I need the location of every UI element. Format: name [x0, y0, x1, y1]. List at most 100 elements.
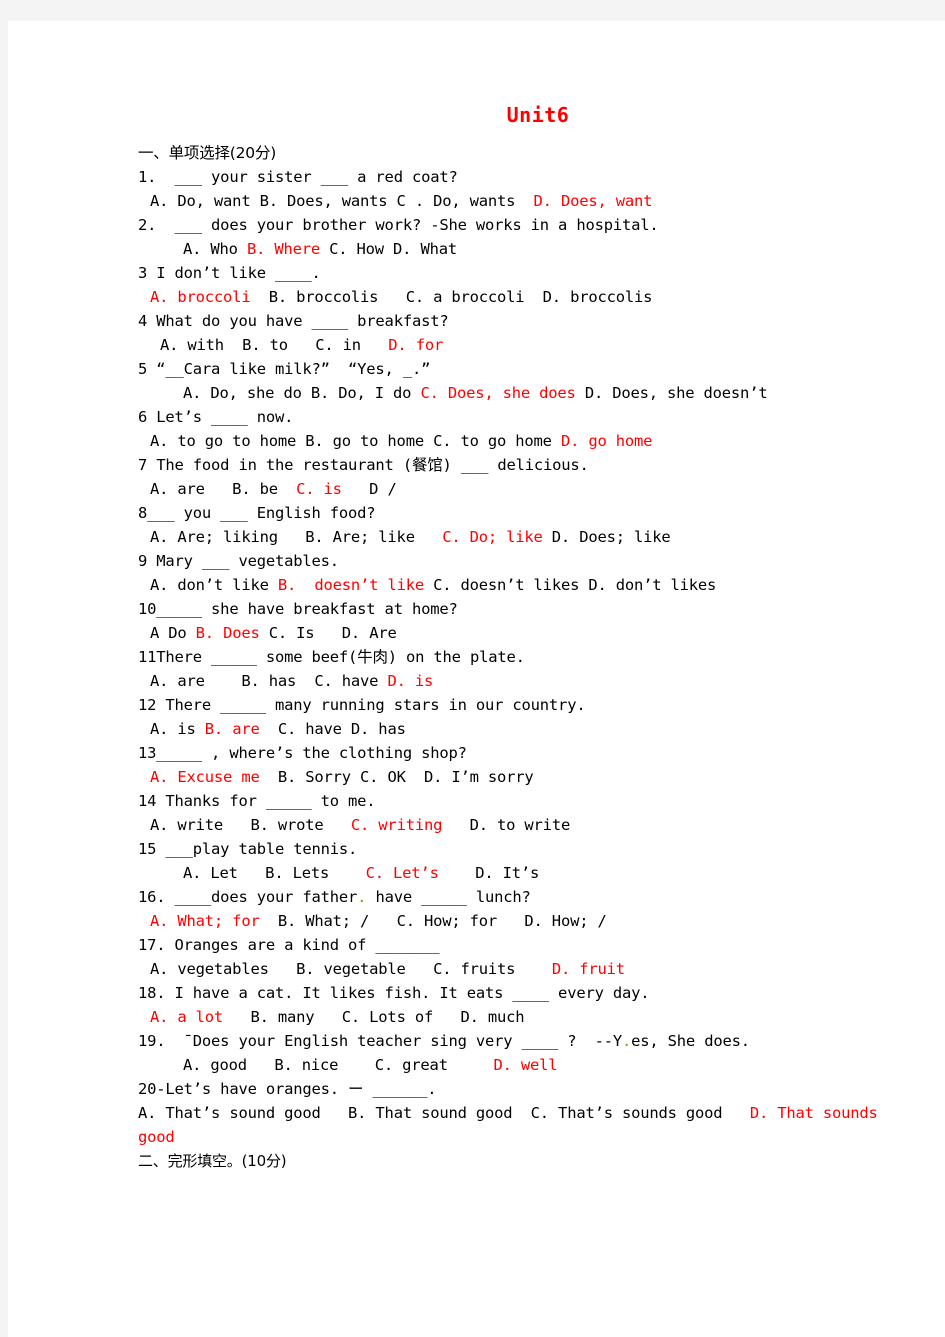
- document-line: A. Do, want B. Does, wants C . Do, wants…: [138, 189, 928, 213]
- question-list: 1. ___ your sister ___ a red coat? A. Do,…: [138, 165, 928, 1173]
- line-text: A. Do, want B. Does, wants C . Do, wants: [150, 192, 534, 210]
- line-text: A Do: [150, 624, 196, 642]
- line-text: A. with B. to C. in: [160, 336, 389, 354]
- document-line: 13_____ , where’s the clothing shop?: [138, 741, 928, 765]
- section-heading-1: 一、单项选择(20分): [138, 144, 277, 162]
- document-line: 18. I have a cat. It likes fish. It eats…: [138, 981, 928, 1005]
- line-text: 16. ____does your father: [138, 888, 358, 906]
- line-text: 14 Thanks for _____ to me.: [138, 792, 376, 810]
- line-text: A. That’s sound good B. That sound good …: [138, 1104, 750, 1122]
- line-text: 4 What do you have ____ breakfast?: [138, 312, 449, 330]
- document-line: A. is B. are C. have D. has: [138, 717, 928, 741]
- document-line: 15 ___play table tennis.: [138, 837, 928, 861]
- line-text: 15 ___play table tennis.: [138, 840, 358, 858]
- document-line: A. a lot B. many C. Lots of D. much: [138, 1005, 928, 1029]
- line-text: A. Who: [183, 240, 247, 258]
- answer-highlight: B. Does: [195, 624, 260, 642]
- answer-highlight: B. Where: [246, 240, 320, 258]
- line-text: C. have D. has: [259, 720, 406, 738]
- answer-highlight: A. What; for: [150, 912, 260, 930]
- answer-highlight: D. is: [387, 672, 434, 690]
- answer-highlight: C. Let’s: [365, 864, 439, 882]
- answer-highlight: A. broccoli: [150, 288, 251, 306]
- document-line: 6 Let’s ____ now.: [138, 405, 928, 429]
- line-text: A. vegetables B. vegetable C. fruits: [150, 960, 552, 978]
- line-text: A. write B. wrote: [150, 816, 351, 834]
- line-text: 19. ˉDoes your English teacher sing very…: [138, 1032, 622, 1050]
- document-line: A. Who B. Where C. How D. What: [138, 237, 928, 261]
- answer-highlight: good: [138, 1128, 175, 1146]
- document-line: A. Let B. Lets C. Let’s D. It’s: [138, 861, 928, 885]
- line-text: A. Let B. Lets: [183, 864, 366, 882]
- line-text: B. many C. Lots of D. much: [223, 1008, 525, 1026]
- line-text: 18. I have a cat. It likes fish. It eats…: [138, 984, 650, 1002]
- document-line: A. Excuse me B. Sorry C. OK D. I’m sorry: [138, 765, 928, 789]
- document-line: A. to go to home B. go to home C. to go …: [138, 429, 928, 453]
- line-text: 8___ you ___ English food?: [138, 504, 376, 522]
- line-text: D. Does, she doesn’t: [575, 384, 768, 402]
- document-line: 9 Mary ___ vegetables.: [138, 549, 928, 573]
- answer-highlight: B. are: [204, 720, 260, 738]
- line-text: 1. ___ your sister ___ a red coat?: [138, 168, 458, 186]
- document-line: A. don’t like B. doesn’t like C. doesn’t…: [138, 573, 928, 597]
- line-text: 13_____ , where’s the clothing shop?: [138, 744, 467, 762]
- answer-highlight: B. doesn’t like: [277, 576, 424, 594]
- document-line: 2. ___ does your brother work? -She work…: [138, 213, 928, 237]
- line-text: 17. Oranges are a kind of _______: [138, 936, 440, 954]
- document-line: A. write B. wrote C. writing D. to write: [138, 813, 928, 837]
- document-line: 16. ____does your father. have _____ lun…: [138, 885, 928, 909]
- line-text: B. broccolis C. a broccoli D. broccolis: [250, 288, 653, 306]
- document-line: 11There _____ some beef(牛肉) on the plate…: [138, 645, 928, 669]
- answer-highlight: C. Does, she does: [420, 384, 576, 402]
- answer-highlight: C. Do; like: [442, 528, 543, 546]
- document-line: 7 The food in the restaurant (餐馆) ___ de…: [138, 453, 928, 477]
- document-line: good: [138, 1125, 928, 1149]
- line-text: C. doesn’t likes D. don’t likes: [423, 576, 717, 594]
- line-text: have _____ lunch?: [366, 888, 531, 906]
- line-text: es, She does.: [631, 1032, 750, 1050]
- answer-highlight: D. fruit: [551, 960, 625, 978]
- line-text: B. What; / C. How; for D. How; /: [259, 912, 607, 930]
- document-line: A. That’s sound good B. That sound good …: [138, 1101, 928, 1125]
- document-line: A. Are; liking B. Are; like C. Do; like …: [138, 525, 928, 549]
- answer-highlight: A. a lot: [150, 1008, 224, 1026]
- line-text: B. Sorry C. OK D. I’m sorry: [259, 768, 534, 786]
- document-line: 10_____ she have breakfast at home?: [138, 597, 928, 621]
- document-line: A. broccoli B. broccolis C. a broccoli D…: [138, 285, 928, 309]
- document-line: 17. Oranges are a kind of _______: [138, 933, 928, 957]
- line-text: A. are B. has C. have: [150, 672, 388, 690]
- document-page: Unit6 一、单项选择(20分) 1. ___ your sister ___…: [8, 21, 945, 1337]
- document-line: 14 Thanks for _____ to me.: [138, 789, 928, 813]
- stray-mark: .: [357, 888, 367, 906]
- line-text: D. to write: [442, 816, 571, 834]
- line-text: 12 There _____ many running stars in our…: [138, 696, 586, 714]
- line-text: D. It’s: [438, 864, 540, 882]
- document-line: A. vegetables B. vegetable C. fruits D. …: [138, 957, 928, 981]
- line-text: 9 Mary ___ vegetables.: [138, 552, 339, 570]
- stray-mark: .: [622, 1032, 632, 1050]
- document-line: A. are B. be C. is D /: [138, 477, 928, 501]
- answer-highlight: C. writing: [350, 816, 443, 834]
- line-text: 20-Let’s have oranges. ー ______.: [138, 1080, 437, 1098]
- answer-highlight: D. for: [388, 336, 444, 354]
- document-line: A. What; for B. What; / C. How; for D. H…: [138, 909, 928, 933]
- document-line: 20-Let’s have oranges. ー ______.: [138, 1077, 928, 1101]
- document-line: A. good B. nice C. great D. well: [138, 1053, 928, 1077]
- document-content: Unit6 一、单项选择(20分) 1. ___ your sister ___…: [138, 103, 928, 1173]
- answer-highlight: D. That sounds: [749, 1104, 878, 1122]
- line-text: A. good B. nice C. great: [183, 1056, 494, 1074]
- line-text: A. Are; liking B. Are; like: [150, 528, 443, 546]
- document-line: 二、完形填空。(10分): [138, 1149, 928, 1173]
- line-text: 10_____ she have breakfast at home?: [138, 600, 458, 618]
- document-line: A. Do, she do B. Do, I do C. Does, she d…: [138, 381, 928, 405]
- line-text: A. Do, she do B. Do, I do: [183, 384, 421, 402]
- answer-highlight: D. well: [493, 1056, 558, 1074]
- line-text: 3 I don’t like ____.: [138, 264, 321, 282]
- document-line: 4 What do you have ____ breakfast?: [138, 309, 928, 333]
- line-text: A. are B. be: [150, 480, 297, 498]
- answer-highlight: A. Excuse me: [150, 768, 260, 786]
- answer-highlight: D. go home: [560, 432, 653, 450]
- line-text: C. How D. What: [320, 240, 457, 258]
- document-line: 19. ˉDoes your English teacher sing very…: [138, 1029, 928, 1053]
- line-text: 7 The food in the restaurant (餐馆) ___ de…: [138, 456, 589, 474]
